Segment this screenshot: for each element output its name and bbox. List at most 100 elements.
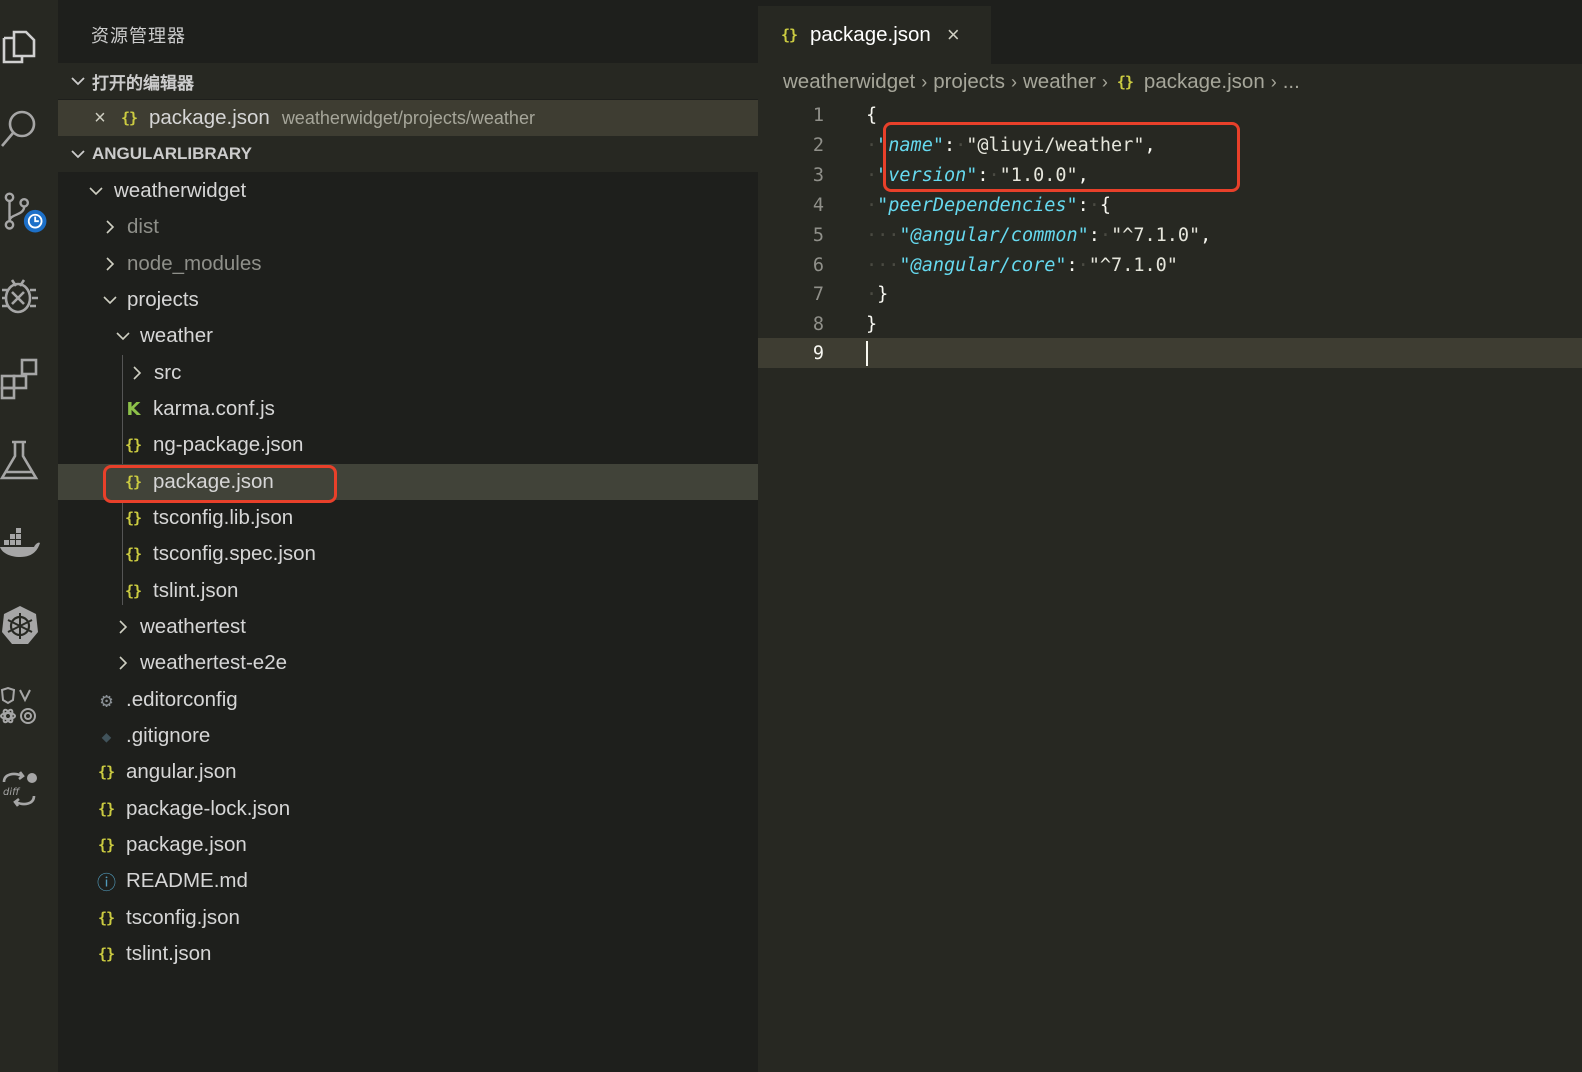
json-value: "^7.1.0" (1111, 224, 1201, 246)
code-line[interactable]: 2 ·"name":·"@liuyi/weather", (758, 130, 1582, 160)
debug-icon[interactable] (0, 274, 40, 318)
explorer-sidebar: 资源管理器 打开的编辑器 × {} package.json weatherwi… (58, 0, 758, 1072)
tree-item-label: tsconfig.lib.json (153, 506, 294, 529)
source-control-icon[interactable] (0, 190, 47, 234)
editor-area: {} package.json × weatherwidget › projec… (758, 0, 1582, 1072)
tab-label: package.json (810, 23, 931, 46)
tree-item-label: projects (127, 288, 199, 311)
chevron-down-icon (115, 328, 131, 344)
tree-item-label: tslint.json (153, 579, 239, 602)
tree-item-label: karma.conf.js (153, 397, 275, 420)
tree-file-package-json-root[interactable]: {} package.json (58, 827, 758, 863)
info-icon: ⓘ (96, 871, 116, 894)
sidebar-title: 资源管理器 (91, 26, 186, 46)
tree-file-tsconfig[interactable]: {} tsconfig.json (58, 900, 758, 936)
tree-file-tsconfig-lib[interactable]: {} tsconfig.lib.json (58, 500, 758, 536)
line-number: 4 (812, 194, 824, 216)
line-number: 9 (812, 342, 824, 364)
tree-folder-node-modules[interactable]: node_modules (58, 246, 758, 282)
json-file-icon: {} (124, 473, 142, 491)
json-file-icon: {} (124, 509, 142, 527)
code-token: } (866, 313, 878, 335)
tree-item-label: weathertest-e2e (140, 651, 288, 674)
tree-folder-weathertest-e2e[interactable]: weathertest-e2e (58, 645, 758, 681)
line-number: 1 (812, 104, 824, 126)
tree-folder-dist[interactable]: dist (58, 209, 758, 245)
code-line-current[interactable]: 9 (758, 338, 1582, 368)
tree-item-label: weathertest (140, 615, 246, 638)
breadcrumb: weatherwidget › projects › weather › {} … (783, 66, 1300, 98)
extensions-icon[interactable] (0, 356, 40, 400)
chevron-right-icon: › (921, 71, 928, 92)
tree-item-label: package.json (153, 470, 274, 493)
tree-file-tslint-inner[interactable]: {} tslint.json (58, 573, 758, 609)
tab-bar: {} package.json × (758, 0, 1582, 64)
json-file-icon: {} (124, 582, 142, 600)
code-line[interactable]: 4 ·"peerDependencies":·{ (758, 190, 1582, 220)
tree-file-package-json-selected[interactable]: {} package.json (58, 464, 758, 500)
tree-item-label: tsconfig.spec.json (153, 542, 316, 565)
json-key: version (888, 164, 967, 186)
test-flask-icon[interactable] (0, 438, 40, 482)
karma-file-icon: K (126, 398, 141, 420)
line-number: 8 (812, 313, 824, 335)
tree-item-label: tslint.json (126, 942, 212, 965)
breadcrumb-item[interactable]: weatherwidget (783, 70, 915, 94)
kubernetes-icon[interactable] (0, 604, 40, 648)
diff-icon[interactable]: diff (0, 768, 40, 812)
tree-item-label: src (154, 361, 182, 384)
tree-file-package-lock[interactable]: {} package-lock.json (58, 791, 758, 827)
tree-folder-projects[interactable]: projects (58, 282, 758, 318)
tree-file-gitignore[interactable]: ◆ .gitignore (58, 718, 758, 754)
code-line[interactable]: 6 ···"@angular/core":·"^7.1.0" (758, 250, 1582, 280)
code-line[interactable]: 5 ···"@angular/common":·"^7.1.0", (758, 220, 1582, 250)
tree-file-karma-conf[interactable]: K karma.conf.js (58, 391, 758, 427)
breadcrumb-item[interactable]: package.json (1144, 70, 1265, 94)
tree-file-ng-package[interactable]: {} ng-package.json (58, 427, 758, 463)
json-file-icon: {} (124, 436, 142, 454)
tree-folder-weathertest[interactable]: weathertest (58, 609, 758, 645)
tree-item-label: node_modules (127, 252, 262, 275)
chevron-down-icon (102, 292, 118, 308)
chevron-right-icon (102, 256, 118, 272)
tree-item-label: package.json (126, 833, 247, 856)
search-icon[interactable] (0, 106, 40, 150)
tree-file-tslint-root[interactable]: {} tslint.json (58, 936, 758, 972)
docker-icon[interactable] (0, 522, 40, 566)
chevron-right-icon (129, 365, 145, 381)
code-line[interactable]: 3 ·"version":·"1.0.0", (758, 160, 1582, 190)
open-editor-item[interactable]: × {} package.json weatherwidget/projects… (58, 100, 758, 136)
close-icon[interactable]: × (90, 107, 110, 130)
tree-item-label: package-lock.json (126, 797, 291, 820)
tree-file-readme[interactable]: ⓘ README.md (58, 863, 758, 899)
tree-file-editorconfig[interactable]: ⚙ .editorconfig (58, 682, 758, 718)
tree-folder-src[interactable]: src (58, 355, 758, 391)
json-value: "1.0.0" (999, 164, 1078, 186)
code-line[interactable]: 8 } (758, 309, 1582, 339)
json-file-icon: {} (97, 945, 115, 963)
open-editors-header[interactable]: 打开的编辑器 (58, 63, 758, 99)
code-token: } (877, 283, 889, 305)
tree-folder-weather[interactable]: weather (58, 318, 758, 354)
tree-item-label: README.md (126, 869, 248, 892)
tree-folder-weatherwidget[interactable]: weatherwidget (58, 173, 758, 209)
breadcrumb-item[interactable]: projects (933, 70, 1005, 94)
code-line[interactable]: 1 { (758, 100, 1582, 130)
framework-icon[interactable] (0, 686, 40, 730)
open-editor-name: package.json (149, 106, 270, 129)
tree-file-tsconfig-spec[interactable]: {} tsconfig.spec.json (58, 536, 758, 572)
workspace-header[interactable]: ANGULARLIBRARY (58, 136, 758, 172)
code-line[interactable]: 7 ·} (758, 279, 1582, 309)
open-editor-path: weatherwidget/projects/weather (281, 107, 535, 128)
activity-bar: diff (0, 0, 58, 1072)
json-file-icon: {} (780, 26, 798, 44)
line-number: 6 (812, 254, 824, 276)
tree-file-angular-json[interactable]: {} angular.json (58, 754, 758, 790)
breadcrumb-item[interactable]: weather (1023, 70, 1096, 94)
explorer-icon[interactable] (0, 24, 40, 68)
chevron-right-icon: › (1270, 71, 1277, 92)
tab-package-json[interactable]: {} package.json × (758, 6, 991, 64)
breadcrumb-item[interactable]: ... (1283, 70, 1300, 94)
close-icon[interactable]: × (947, 22, 960, 48)
open-editors-label: 打开的编辑器 (92, 73, 194, 93)
